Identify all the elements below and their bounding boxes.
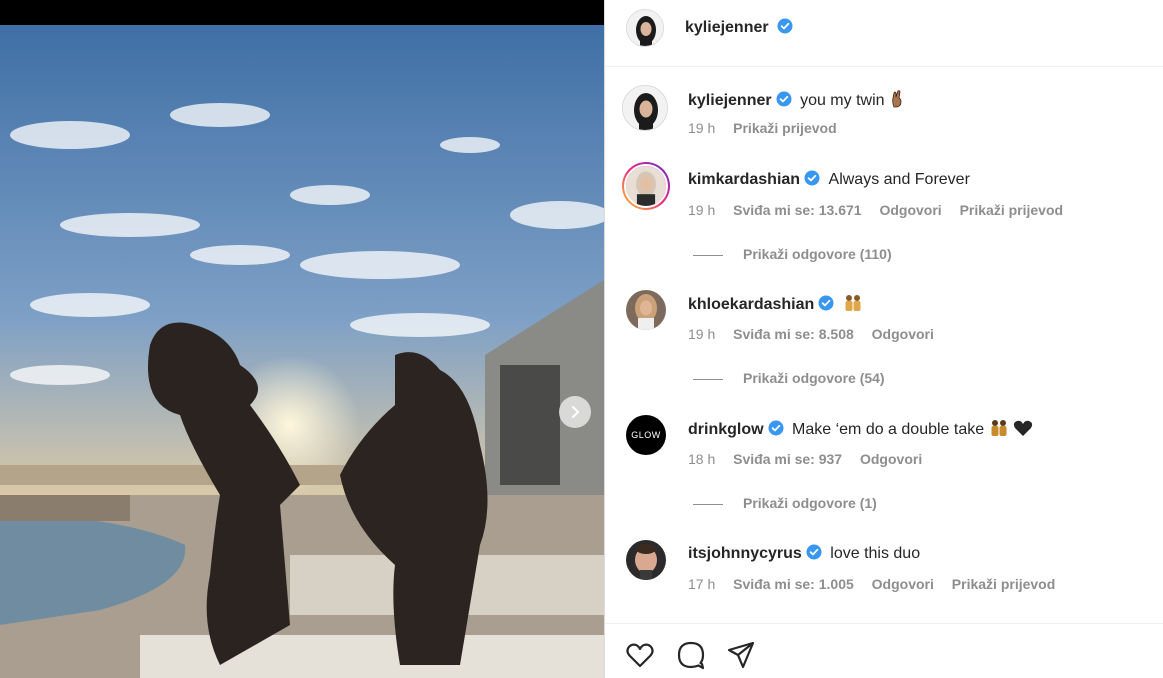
caption-time[interactable]: 19 h <box>688 120 715 136</box>
verified-badge-icon <box>776 91 792 107</box>
comment-meta: 18 h Sviđa mi se: 937 Odgovori <box>688 451 936 467</box>
reply-button[interactable]: Odgovori <box>872 326 934 342</box>
verified-badge-icon <box>804 170 820 186</box>
comment-likes[interactable]: Sviđa mi se: 937 <box>733 451 842 467</box>
comment-username[interactable]: drinkglow <box>688 421 764 438</box>
reply-button[interactable]: Odgovori <box>860 451 922 467</box>
next-photo-button[interactable] <box>559 396 591 428</box>
author-username[interactable]: kyliejenner <box>685 18 793 37</box>
caption-text: kyliejenner you my twin <box>688 90 905 110</box>
caption-meta: 19 h Prikaži prijevod <box>688 120 851 136</box>
comment-likes[interactable]: Sviđa mi se: 1.005 <box>733 576 854 592</box>
comment-username[interactable]: kimkardashian <box>688 171 800 188</box>
translate-link[interactable]: Prikaži prijevod <box>952 576 1055 592</box>
comment-time[interactable]: 19 h <box>688 326 715 342</box>
comment-meta: 17 h Sviđa mi se: 1.005 Odgovori Prikaži… <box>688 576 1069 592</box>
comment-time[interactable]: 18 h <box>688 451 715 467</box>
crossed-fingers-emoji <box>892 90 902 108</box>
comment-meta: 19 h Sviđa mi se: 8.508 Odgovori <box>688 326 948 342</box>
post-media <box>0 0 604 678</box>
comment-username[interactable]: khloekardashian <box>688 296 814 313</box>
comment-body: Always and Forever <box>828 171 970 188</box>
verified-badge-icon <box>777 18 793 34</box>
author-avatar[interactable] <box>626 9 664 47</box>
view-replies-button[interactable]: Prikaži odgovore (1) <box>693 495 877 511</box>
comment-body: Make ‘em do a double take <box>792 421 985 438</box>
chevron-right-icon <box>571 405 580 419</box>
action-bar <box>605 623 1163 678</box>
verified-badge-icon <box>818 295 834 311</box>
heart-icon[interactable] <box>625 640 655 670</box>
verified-badge-icon <box>806 544 822 560</box>
commenter-avatar[interactable]: GLOW <box>626 415 666 455</box>
replies-divider <box>693 378 723 380</box>
commenter-avatar[interactable] <box>626 290 666 330</box>
paper-plane-icon[interactable] <box>726 640 756 670</box>
post-sidebar: kyliejenner kyliejenner you my twin 19 h… <box>604 0 1163 678</box>
view-replies-label[interactable]: Prikaži odgovore (110) <box>743 246 892 262</box>
caption-body: you my twin <box>800 92 885 109</box>
glow-logo: GLOW <box>631 430 661 440</box>
comment-username[interactable]: itsjohnnycyrus <box>688 545 802 562</box>
comment-body: love this duo <box>830 545 921 562</box>
view-replies-button[interactable]: Prikaži odgovore (54) <box>693 370 885 386</box>
post-header: kyliejenner <box>605 0 1163 67</box>
view-replies-label[interactable]: Prikaži odgovore (54) <box>743 370 885 386</box>
comment-text: khloekardashian <box>688 294 863 314</box>
post-photo <box>0 25 604 678</box>
comment-text: drinkglow Make ‘em do a double take <box>688 419 1033 439</box>
reply-button[interactable]: Odgovori <box>879 202 941 218</box>
translate-link[interactable]: Prikaži prijevod <box>733 120 836 136</box>
replies-divider <box>693 254 723 256</box>
author-username-text[interactable]: kyliejenner <box>685 19 769 36</box>
caption-username[interactable]: kyliejenner <box>688 92 772 109</box>
commenter-avatar[interactable] <box>622 162 670 210</box>
comment-likes[interactable]: Sviđa mi se: 13.671 <box>733 202 861 218</box>
caption-avatar[interactable] <box>622 85 668 131</box>
two-women-emoji <box>845 295 861 311</box>
two-women-emoji <box>991 420 1007 436</box>
comment-text: itsjohnnycyrus love this duo <box>688 544 920 563</box>
comment-time[interactable]: 17 h <box>688 576 715 592</box>
black-heart-emoji <box>1013 420 1033 436</box>
media-top-bar <box>0 0 604 25</box>
translate-link[interactable]: Prikaži prijevod <box>960 202 1063 218</box>
replies-divider <box>693 503 723 505</box>
comment-time[interactable]: 19 h <box>688 202 715 218</box>
comment-text: kimkardashian Always and Forever <box>688 170 970 189</box>
comment-bubble-icon[interactable] <box>676 640 706 670</box>
comment-likes[interactable]: Sviđa mi se: 8.508 <box>733 326 854 342</box>
view-replies-button[interactable]: Prikaži odgovore (110) <box>693 246 892 262</box>
reply-button[interactable]: Odgovori <box>872 576 934 592</box>
verified-badge-icon <box>768 420 784 436</box>
comment-meta: 19 h Sviđa mi se: 13.671 Odgovori Prikaž… <box>688 202 1077 218</box>
commenter-avatar[interactable] <box>626 540 666 580</box>
view-replies-label[interactable]: Prikaži odgovore (1) <box>743 495 877 511</box>
